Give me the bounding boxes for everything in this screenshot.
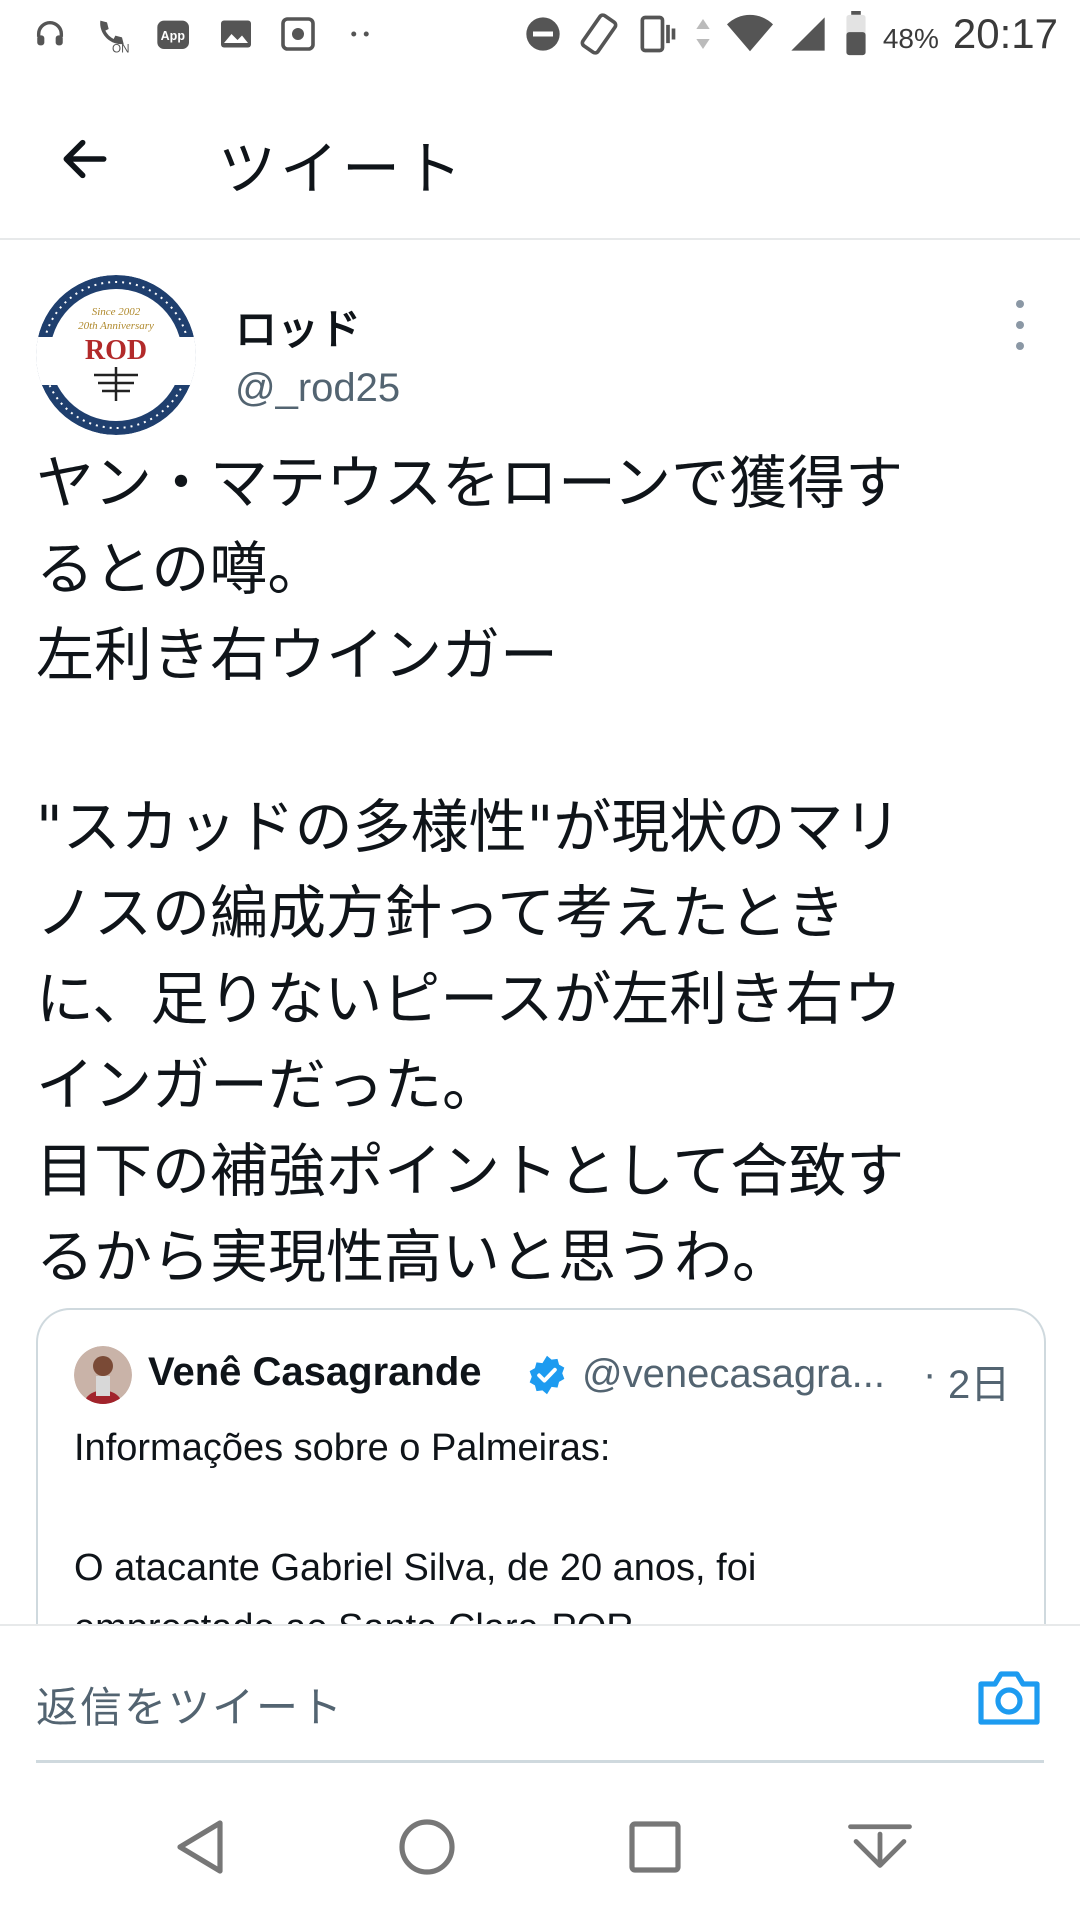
tweet-line: るから実現性高いと思うわ。: [36, 1223, 791, 1291]
back-button[interactable]: [50, 124, 120, 194]
author-name[interactable]: ロッド: [235, 296, 361, 357]
quoted-author-name: Venê Casagrande: [148, 1350, 482, 1394]
tweet-header: ツイート: [0, 80, 1080, 240]
wifi-icon: [726, 14, 773, 52]
tweet-line: に、足りないピースが左利き右ウ: [36, 965, 902, 1033]
quoted-author-handle: @venecasagra...: [582, 1352, 885, 1396]
do-not-disturb-icon: [526, 17, 560, 51]
svg-text:ROD: ROD: [85, 335, 147, 366]
nav-home-circle-icon: [399, 1819, 455, 1875]
author-avatar[interactable]: Since 2002 20th Anniversary ROD: [36, 275, 196, 435]
more-dot-icon: [1016, 321, 1024, 329]
tweet-line: ノスの編成方針って考えたとき: [36, 879, 846, 947]
tweet-line: 左利き右ウインガー: [36, 621, 559, 689]
status-bar: ON App 48% 20:17: [0, 0, 1080, 80]
nav-hide-keyboard-button[interactable]: [845, 1812, 915, 1882]
battery-icon: [846, 11, 866, 56]
nav-recents-button[interactable]: [620, 1812, 690, 1882]
author-handle[interactable]: @_rod25: [235, 366, 400, 411]
signal-icon: [791, 17, 825, 51]
nav-down-arrow-icon: [848, 1824, 912, 1868]
more-dot-icon: [1016, 342, 1024, 350]
status-icons-right: 48% 20:17: [523, 10, 1058, 58]
tweet-body: ヤン・マテウスをローンで獲得す るとの噂。 左利き右ウインガー "スカッドの多様…: [36, 440, 1046, 1300]
status-icons-left: ON App: [30, 14, 380, 54]
svg-text:Since 2002: Since 2002: [92, 306, 141, 318]
headset-icon: [30, 14, 70, 54]
nav-home-button[interactable]: [392, 1812, 462, 1882]
more-dots-icon: [340, 14, 380, 54]
reply-input[interactable]: 返信をツイート: [36, 1674, 344, 1735]
quoted-line: Informações sobre o Palmeiras:: [74, 1427, 611, 1469]
reply-bar: 返信をツイート: [0, 1624, 1080, 1766]
app-icon: App: [154, 14, 194, 54]
svg-text:20th Anniversary: 20th Anniversary: [78, 320, 154, 332]
data-arrows-icon: [696, 19, 710, 49]
svg-text:App: App: [161, 29, 186, 43]
page-title: ツイート: [218, 135, 467, 203]
quoted-line: [74, 1478, 1014, 1538]
call-on-icon: ON: [92, 14, 132, 54]
nav-back-button[interactable]: [165, 1812, 235, 1882]
camera-icon: [978, 1671, 1040, 1725]
tweet-line: るとの噂。: [36, 535, 326, 603]
vibrate-icon: [640, 15, 676, 53]
camera-button[interactable]: [975, 1666, 1043, 1728]
tweet-line: [36, 698, 1046, 784]
settings-box-icon: [278, 14, 318, 54]
quoted-line: O atacante Gabriel Silva, de 20 anos, fo…: [74, 1547, 757, 1589]
verified-badge-icon: [529, 1355, 565, 1395]
separator-dot: ·: [923, 1352, 937, 1396]
tweet-line: "スカッドの多様性"が現状のマリ: [36, 793, 902, 861]
tweet-line: 目下の補強ポイントとして合致す: [36, 1137, 905, 1205]
clock: 20:17: [952, 10, 1058, 57]
more-dot-icon: [1016, 300, 1024, 308]
tweet-line: インガーだった。: [36, 1051, 501, 1119]
svg-text:ON: ON: [112, 42, 129, 54]
reply-underline: [36, 1760, 1044, 1763]
quoted-author-avatar: [74, 1346, 132, 1404]
more-options-button[interactable]: [1005, 300, 1035, 350]
back-arrow-icon: [63, 139, 107, 179]
system-nav-bar: [0, 1766, 1080, 1920]
quoted-timestamp: 2日: [948, 1363, 1011, 1407]
image-icon: [216, 14, 256, 54]
nav-back-triangle-icon: [177, 1820, 223, 1874]
rotate-icon: [580, 13, 618, 55]
nav-recents-square-icon: [629, 1821, 681, 1873]
battery-percent: 48%: [882, 23, 939, 54]
tweet-line: ヤン・マテウスをローンで獲得す: [36, 449, 904, 517]
quoted-tweet-body: Informações sobre o Palmeiras: O atacant…: [74, 1418, 1014, 1658]
